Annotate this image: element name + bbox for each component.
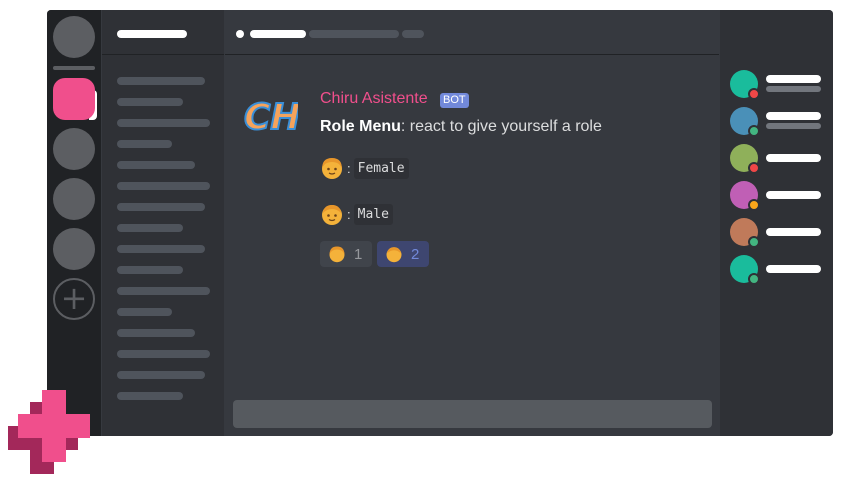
member-avatar[interactable] [730, 70, 760, 100]
man-emoji-icon [322, 205, 342, 225]
member-avatar[interactable] [730, 181, 760, 211]
role-label-female: Female [353, 157, 409, 179]
channel-name-placeholder [250, 30, 306, 38]
member-avatar[interactable] [730, 218, 760, 248]
server-icon-active[interactable] [53, 78, 95, 120]
member-avatar[interactable] [730, 107, 760, 137]
channel-item[interactable] [117, 308, 172, 316]
message-author[interactable]: Chiru Asistente [320, 90, 428, 108]
channel-item[interactable] [117, 203, 205, 211]
channel-item[interactable] [117, 140, 172, 148]
member-name-placeholder[interactable] [766, 75, 821, 83]
message-bold-text: Role Menu [320, 118, 401, 135]
channel-item[interactable] [117, 119, 210, 127]
reaction-count: 2 [411, 245, 420, 263]
server-icon[interactable] [53, 128, 95, 170]
woman-emoji-icon [329, 246, 345, 263]
member-name-placeholder[interactable] [766, 228, 821, 236]
channel-item[interactable] [117, 245, 205, 253]
add-server-icon[interactable]: + [53, 278, 95, 320]
status-online-icon [748, 125, 760, 137]
role-option-male: : Male [320, 202, 393, 226]
bot-avatar-logo[interactable]: CH [242, 89, 298, 139]
decorative-plus-icon [8, 390, 90, 474]
channel-item[interactable] [117, 266, 183, 274]
rail-separator [53, 66, 95, 70]
status-dnd-icon [748, 88, 760, 100]
message-body-text: : react to give yourself a role [400, 118, 602, 135]
server-name-placeholder [117, 30, 187, 38]
channel-item[interactable] [117, 329, 195, 337]
member-avatar[interactable] [730, 144, 760, 174]
channel-item[interactable] [117, 77, 205, 85]
man-emoji-icon [386, 247, 402, 263]
channel-item[interactable] [117, 287, 210, 295]
status-online-icon [748, 236, 760, 248]
channel-topic-placeholder [309, 30, 399, 38]
channel-item[interactable] [117, 98, 183, 106]
member-activity-placeholder [766, 86, 821, 92]
channel-item[interactable] [117, 371, 205, 379]
server-icon-home[interactable] [53, 16, 95, 58]
channel-header [225, 10, 719, 55]
message-input[interactable] [233, 400, 712, 428]
member-activity-placeholder [766, 123, 821, 129]
reaction-male[interactable]: 2 [377, 241, 429, 267]
member-avatar[interactable] [730, 255, 760, 285]
chat-area: CH Chiru Asistente BOT Role Menu: react … [225, 10, 719, 436]
reaction-female[interactable]: 1 [320, 241, 372, 267]
status-online-icon [748, 273, 760, 285]
server-header[interactable] [102, 10, 224, 55]
channel-item[interactable] [117, 350, 210, 358]
channel-item[interactable] [117, 392, 183, 400]
member-name-placeholder[interactable] [766, 191, 821, 199]
option-colon: : [347, 160, 351, 176]
channel-item[interactable] [117, 161, 195, 169]
member-name-placeholder[interactable] [766, 112, 821, 120]
channel-item[interactable] [117, 182, 210, 190]
option-colon: : [347, 206, 351, 222]
server-rail: + [47, 10, 101, 436]
discord-window: + CH Chiru Asistente BOT Role Menu: reac… [47, 10, 833, 436]
woman-emoji-icon [322, 158, 342, 179]
role-option-female: : Female [320, 156, 409, 180]
role-label-male: Male [353, 203, 393, 225]
server-icon[interactable] [53, 178, 95, 220]
status-idle-icon [748, 199, 760, 211]
bot-tag: BOT [440, 93, 469, 108]
channel-item[interactable] [117, 224, 183, 232]
channel-topic-placeholder [402, 30, 424, 38]
member-name-placeholder[interactable] [766, 265, 821, 273]
channel-hash-icon [236, 30, 244, 38]
message-text: Role Menu: react to give yourself a role [320, 118, 602, 136]
status-dnd-icon [748, 162, 760, 174]
reaction-count: 1 [354, 245, 363, 263]
member-name-placeholder[interactable] [766, 154, 821, 162]
member-list [720, 10, 833, 436]
server-icon[interactable] [53, 228, 95, 270]
bot-avatar-text: CH [244, 97, 298, 138]
channel-sidebar [102, 10, 224, 436]
